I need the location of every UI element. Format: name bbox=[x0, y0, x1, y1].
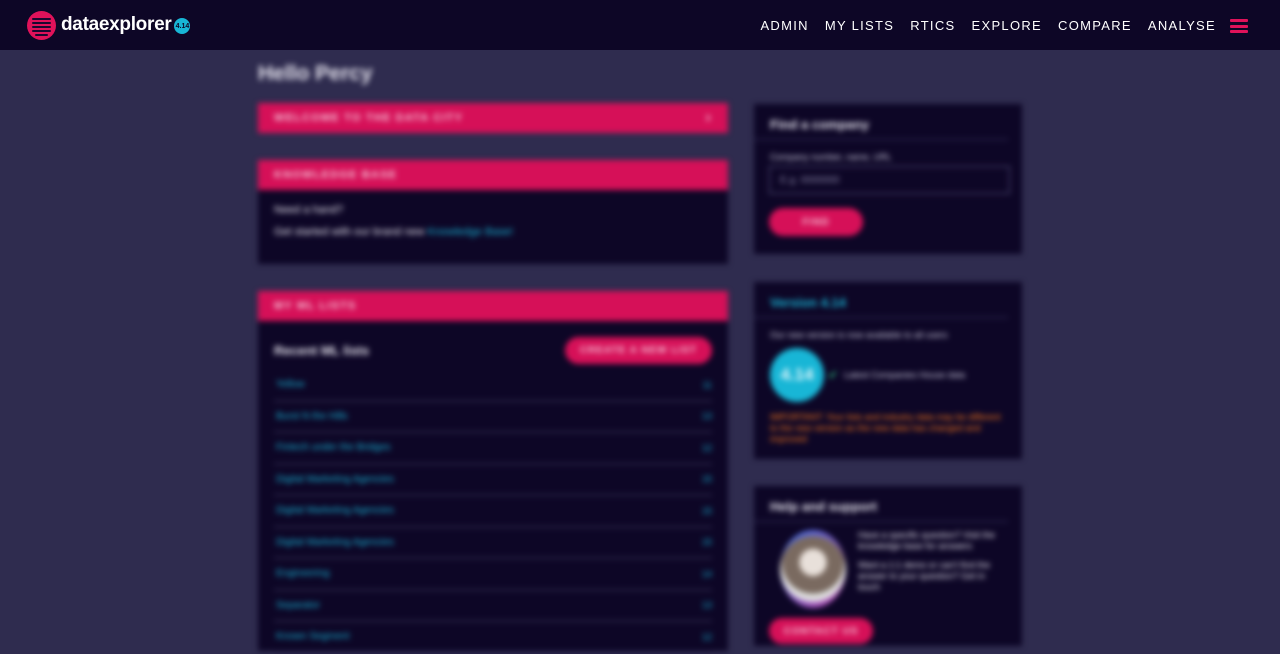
list-item-name: Burst N the Hills bbox=[276, 410, 348, 422]
list-item-count: 12 bbox=[701, 442, 712, 453]
avatar bbox=[780, 530, 846, 608]
ml-lists-header: MY ML LISTS bbox=[258, 291, 728, 321]
knowledge-line-2: Get started with our brand new bbox=[274, 226, 428, 238]
list-item-count: 12 bbox=[701, 631, 712, 642]
list-item[interactable]: Fintech under the Bridges 12 bbox=[274, 433, 712, 465]
list-item-name: Known Segment bbox=[276, 631, 350, 643]
list-item[interactable]: Digital Marketing Agencies 15 bbox=[274, 528, 712, 559]
contact-us-button[interactable]: CONTACT US bbox=[769, 618, 873, 644]
checkmark-icon: ✔ bbox=[828, 368, 839, 382]
company-search-input[interactable]: E.g. 0000000 bbox=[769, 166, 1010, 194]
find-company-title: Find a company bbox=[754, 104, 1008, 140]
top-nav: dataexplorer 4.14 ADMIN MY LISTS RTICS E… bbox=[0, 0, 1280, 50]
list-item[interactable]: Burst N the Hills 13 bbox=[274, 402, 712, 433]
version-badge: 4.14 bbox=[174, 18, 191, 34]
list-item-count: 14 bbox=[701, 568, 712, 579]
help-text-1: Have a specific question? Visit the know… bbox=[858, 530, 995, 551]
nav-link-compare[interactable]: COMPARE bbox=[1058, 18, 1132, 33]
find-company-panel: Find a company Company number, name, URL… bbox=[754, 104, 1022, 254]
ml-lists-title: MY ML LISTS bbox=[274, 300, 357, 312]
list-item[interactable]: Digital Marketing Agencies 15 bbox=[274, 465, 712, 496]
main-content: Hello Percy WELCOME TO THE DATA CITY › K… bbox=[0, 50, 1280, 654]
welcome-panel[interactable]: WELCOME TO THE DATA CITY › bbox=[258, 103, 728, 133]
logo[interactable]: dataexplorer 4.14 bbox=[27, 10, 191, 40]
version-warning: IMPORTANT: Your lists and industry data … bbox=[770, 412, 1001, 444]
version-item: Latest Companies House data bbox=[844, 370, 966, 380]
list-item-count: 13 bbox=[701, 600, 712, 611]
knowledge-line-1: Need a hand? bbox=[274, 204, 344, 216]
ml-lists-panel: MY ML LISTS Recent ML lists CREATE A NEW… bbox=[258, 291, 728, 654]
help-title: Help and support bbox=[754, 486, 1008, 522]
list-item[interactable]: Engineering 14 bbox=[274, 559, 712, 591]
list-item-name: Fintech under the Bridges bbox=[276, 442, 391, 454]
ml-lists-subtitle: Recent ML lists bbox=[274, 343, 370, 358]
knowledge-base-header: KNOWLEDGE BASE bbox=[258, 160, 728, 190]
list-item-count: 15 bbox=[701, 505, 712, 516]
list-item-count: 15 bbox=[701, 474, 712, 485]
nav-link-admin[interactable]: ADMIN bbox=[760, 18, 808, 33]
list-item[interactable]: Separator 13 bbox=[274, 591, 712, 622]
help-panel: Help and support Have a specific questio… bbox=[754, 486, 1022, 646]
welcome-bar: WELCOME TO THE DATA CITY › bbox=[258, 103, 728, 133]
list-item-count: 15 bbox=[701, 537, 712, 548]
knowledge-base-title: KNOWLEDGE BASE bbox=[274, 169, 398, 181]
hamburger-icon[interactable] bbox=[1230, 19, 1248, 33]
brand-name: dataexplorer bbox=[61, 14, 172, 35]
knowledge-base-panel: KNOWLEDGE BASE Need a hand? Get started … bbox=[258, 160, 728, 264]
create-list-button[interactable]: CREATE A NEW LIST bbox=[564, 337, 712, 364]
list-item[interactable]: Known Segment 12 bbox=[274, 622, 712, 654]
list-item-name: Digital Marketing Agencies bbox=[276, 536, 394, 548]
list-item-count: 11 bbox=[702, 379, 712, 390]
nav-link-my-lists[interactable]: MY LISTS bbox=[825, 18, 894, 33]
find-button[interactable]: FIND bbox=[769, 208, 863, 236]
list-item-count: 13 bbox=[701, 411, 712, 422]
main-nav: ADMIN MY LISTS RTICS EXPLORE COMPARE ANA… bbox=[744, 0, 1216, 50]
welcome-label: WELCOME TO THE DATA CITY bbox=[274, 112, 464, 124]
greeting: Hello Percy bbox=[258, 62, 373, 85]
chevron-right-icon: › bbox=[705, 109, 712, 126]
version-note: Our new version is now available to all … bbox=[770, 330, 948, 340]
list-item[interactable]: Yellow 11 bbox=[274, 370, 712, 402]
ml-list-rows: Yellow 11 Burst N the Hills 13 Fintech und… bbox=[274, 370, 712, 654]
company-field-label: Company number, name, URL bbox=[770, 152, 892, 162]
nav-link-explore[interactable]: EXPLORE bbox=[972, 18, 1043, 33]
nav-link-analyse[interactable]: ANALYSE bbox=[1148, 18, 1216, 33]
list-item-name: Digital Marketing Agencies bbox=[276, 473, 394, 485]
list-item-name: Digital Marketing Agencies bbox=[276, 505, 394, 517]
list-item-name: Engineering bbox=[276, 568, 330, 580]
list-item[interactable]: Digital Marketing Agencies 15 bbox=[274, 496, 712, 528]
nav-link-rtics[interactable]: RTICS bbox=[910, 18, 955, 33]
knowledge-base-link[interactable]: Knowledge Base! bbox=[427, 226, 513, 238]
version-title: Version 4.14 bbox=[754, 282, 1008, 318]
list-item-name: Yellow bbox=[276, 379, 305, 391]
help-text-2: Want a 1:1 demo or can't find the answer… bbox=[858, 560, 990, 592]
version-panel: Version 4.14 Our new version is now avai… bbox=[754, 282, 1022, 459]
version-circle: 4.14 bbox=[770, 348, 824, 402]
logo-mark-icon bbox=[27, 10, 56, 40]
list-item-name: Separator bbox=[276, 599, 320, 611]
